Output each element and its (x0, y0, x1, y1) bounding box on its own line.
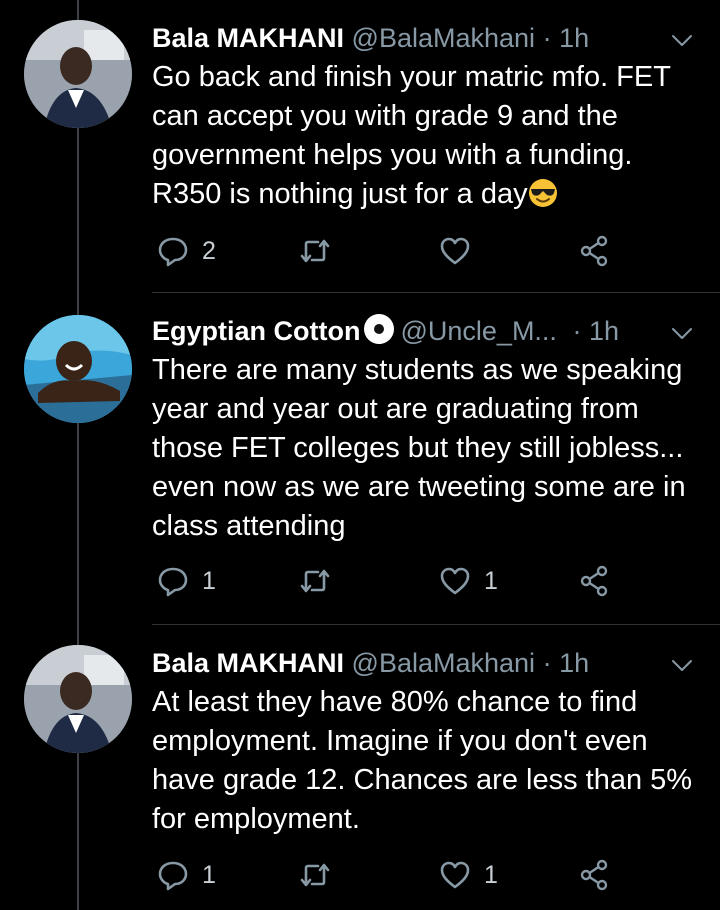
retweet-button[interactable] (298, 231, 344, 271)
retweet-icon (300, 239, 330, 263)
reply-button[interactable]: 1 (156, 561, 216, 601)
timestamp[interactable]: 1h (559, 648, 589, 678)
tweet[interactable]: Bala MAKHANI @BalaMakhani · 1h Go back a… (0, 20, 720, 320)
heart-icon (440, 567, 470, 595)
retweet-button[interactable] (298, 855, 344, 895)
retweet-icon (300, 569, 330, 593)
share-icon (580, 235, 608, 267)
chevron-down-icon[interactable] (670, 653, 694, 677)
user-handle[interactable]: @BalaMakhani (352, 648, 536, 678)
tweet-divider (152, 624, 720, 625)
tweet-actions: 1 1 (152, 561, 632, 601)
tweet[interactable]: Egyptian Cotton @Uncle_M... · 1h There ar… (0, 313, 720, 633)
reply-count: 1 (202, 566, 216, 595)
share-button[interactable] (578, 855, 612, 895)
display-name[interactable]: Egyptian Cotton (152, 316, 360, 346)
tweet-header: Egyptian Cotton @Uncle_M... · 1h (152, 313, 700, 349)
tweet-text: Go back and finish your matric mfo. FET … (152, 58, 707, 214)
like-count: 1 (484, 566, 498, 595)
share-button[interactable] (578, 561, 612, 601)
man-in-car-avatar-icon (24, 645, 132, 753)
like-count: 1 (484, 860, 498, 889)
reply-icon (158, 567, 188, 597)
retweet-button[interactable] (298, 561, 344, 601)
reply-count: 2 (202, 236, 216, 265)
reply-count: 1 (202, 860, 216, 889)
avatar[interactable] (24, 20, 132, 128)
tweet-header: Bala MAKHANI @BalaMakhani · 1h (152, 645, 700, 681)
tweet-text-content: There are many students as we speaking y… (152, 354, 686, 542)
child-in-pool-avatar-icon (24, 315, 132, 423)
user-handle[interactable]: @Uncle_M... (400, 316, 556, 346)
share-icon (580, 565, 608, 597)
avatar[interactable] (24, 315, 132, 423)
retweet-icon (300, 863, 330, 887)
smiling-face-with-sunglasses-emoji-icon (528, 179, 557, 207)
tweet-actions: 1 1 (152, 855, 632, 895)
tweet-text: At least they have 80% chance to find em… (152, 683, 707, 839)
like-button[interactable]: 1 (438, 561, 498, 601)
like-button[interactable] (438, 231, 484, 271)
timestamp[interactable]: 1h (589, 316, 619, 346)
avatar[interactable] (24, 645, 132, 753)
user-handle[interactable]: @BalaMakhani (352, 23, 536, 53)
tweet-text-content: At least they have 80% chance to find em… (152, 686, 693, 835)
tweet-thread: Bala MAKHANI @BalaMakhani · 1h Go back a… (0, 0, 720, 910)
share-icon (580, 859, 608, 891)
heart-icon (440, 861, 470, 889)
reply-button[interactable]: 1 (156, 855, 216, 895)
heart-icon (440, 237, 470, 265)
separator-dot: · (542, 23, 552, 53)
share-button[interactable] (578, 231, 612, 271)
separator-dot: · (572, 316, 582, 346)
reply-icon (158, 237, 188, 267)
timestamp[interactable]: 1h (559, 23, 589, 53)
disc-badge-icon (364, 314, 395, 344)
tweet-text-content: Go back and finish your matric mfo. FET … (152, 61, 671, 210)
tweet-text: There are many students as we speaking y… (152, 351, 707, 546)
tweet-actions: 2 (152, 231, 632, 271)
display-name[interactable]: Bala MAKHANI (152, 648, 344, 678)
chevron-down-icon[interactable] (670, 28, 694, 52)
like-button[interactable]: 1 (438, 855, 498, 895)
reply-icon (158, 861, 188, 891)
reply-button[interactable]: 2 (156, 231, 216, 271)
chevron-down-icon[interactable] (670, 321, 694, 345)
tweet[interactable]: Bala MAKHANI @BalaMakhani · 1h At least … (0, 645, 720, 910)
separator-dot: · (542, 648, 552, 678)
man-in-car-avatar-icon (24, 20, 132, 128)
tweet-header: Bala MAKHANI @BalaMakhani · 1h (152, 20, 700, 56)
tweet-divider (152, 292, 720, 293)
display-name[interactable]: Bala MAKHANI (152, 23, 344, 53)
